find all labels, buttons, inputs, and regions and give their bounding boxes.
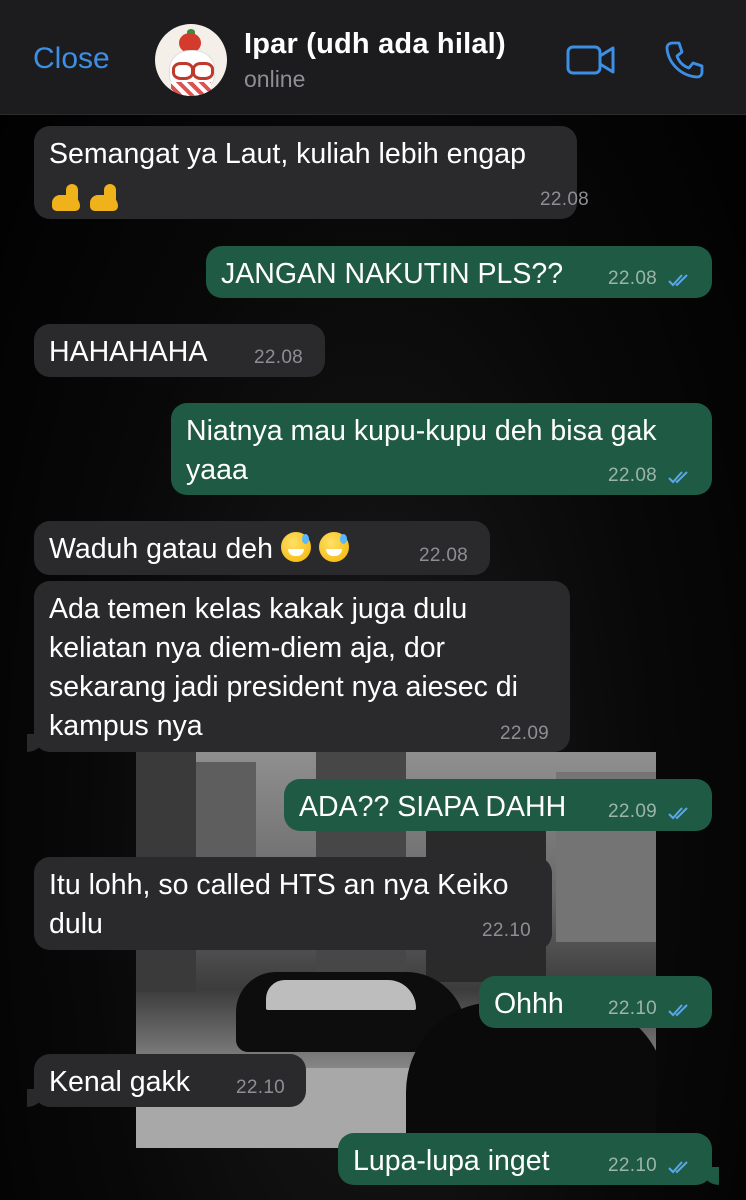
message-outgoing[interactable]: Lupa-lupa inget 22.10 xyxy=(338,1133,719,1185)
read-receipt-icon xyxy=(668,1161,688,1174)
message-text: Ohhh xyxy=(494,988,564,1020)
close-button[interactable]: Close xyxy=(33,42,110,76)
message-text: Ada temen kelas kakak juga dulu keliatan… xyxy=(49,593,518,742)
avatar[interactable] xyxy=(155,24,227,96)
message-incoming[interactable]: Waduh gatau deh 22.08 xyxy=(34,521,490,575)
bubble-tail xyxy=(701,1167,719,1185)
message-outgoing[interactable]: ADA?? SIAPA DAHH 22.09 xyxy=(284,779,712,831)
contact-name[interactable]: Ipar (udh ada hilal) xyxy=(244,28,506,61)
read-receipt-icon xyxy=(668,807,688,820)
message-text: Itu lohh, so called HTS an nya Keiko dul… xyxy=(49,869,509,940)
bubble-tail xyxy=(27,734,45,752)
message-time: 22.09 xyxy=(500,723,550,744)
message-text: JANGAN NAKUTIN PLS?? xyxy=(221,258,564,290)
message-time: 22.10 xyxy=(608,1155,658,1176)
message-text: ADA?? SIAPA DAHH xyxy=(299,791,567,823)
video-call-icon[interactable] xyxy=(566,43,616,77)
message-text: Waduh gatau deh xyxy=(49,530,349,569)
message-outgoing[interactable]: JANGAN NAKUTIN PLS?? 22.08 xyxy=(206,246,712,298)
message-incoming[interactable]: HAHAHAHA 22.08 xyxy=(34,324,325,377)
message-outgoing[interactable]: Ohhh 22.10 xyxy=(479,976,712,1028)
contact-status: online xyxy=(244,66,306,92)
message-time: 22.08 xyxy=(608,268,658,289)
message-time: 22.10 xyxy=(236,1077,286,1098)
grinning-sweat-emoji xyxy=(280,532,311,562)
message-text: Niatnya mau kupu-kupu deh bisa gak yaaa xyxy=(186,415,657,486)
message-time: 22.10 xyxy=(482,920,532,941)
message-incoming[interactable]: Kenal gakk 22.10 xyxy=(27,1054,306,1107)
read-receipt-icon xyxy=(668,274,688,287)
message-incoming[interactable]: Semangat ya Laut, kuliah lebih engap 22.… xyxy=(34,126,589,220)
read-receipt-icon xyxy=(668,471,688,484)
grinning-sweat-emoji xyxy=(318,532,349,562)
message-text: Semangat ya Laut, kuliah lebih engap xyxy=(49,138,526,170)
message-time: 22.09 xyxy=(608,801,658,822)
message-time: 22.08 xyxy=(254,347,304,368)
message-time: 22.08 xyxy=(540,189,590,210)
message-incoming[interactable]: Ada temen kelas kakak juga dulu keliatan… xyxy=(27,581,570,752)
message-text: Kenal gakk xyxy=(49,1066,191,1098)
read-receipt-icon xyxy=(668,1004,688,1017)
message-text: HAHAHAHA xyxy=(49,336,208,368)
message-outgoing[interactable]: Niatnya mau kupu-kupu deh bisa gak yaaa … xyxy=(171,403,712,495)
message-time: 22.08 xyxy=(608,465,658,486)
flexed-biceps-emoji xyxy=(50,181,126,220)
message-time: 22.08 xyxy=(419,545,469,566)
message-text: Lupa-lupa inget xyxy=(353,1145,550,1177)
phone-call-icon[interactable] xyxy=(664,40,704,80)
chat-header: Close Ipar (udh ada hilal) online xyxy=(0,0,746,115)
bubble-tail xyxy=(27,1089,45,1107)
message-time: 22.10 xyxy=(608,998,658,1019)
message-incoming[interactable]: Itu lohh, so called HTS an nya Keiko dul… xyxy=(34,857,552,950)
